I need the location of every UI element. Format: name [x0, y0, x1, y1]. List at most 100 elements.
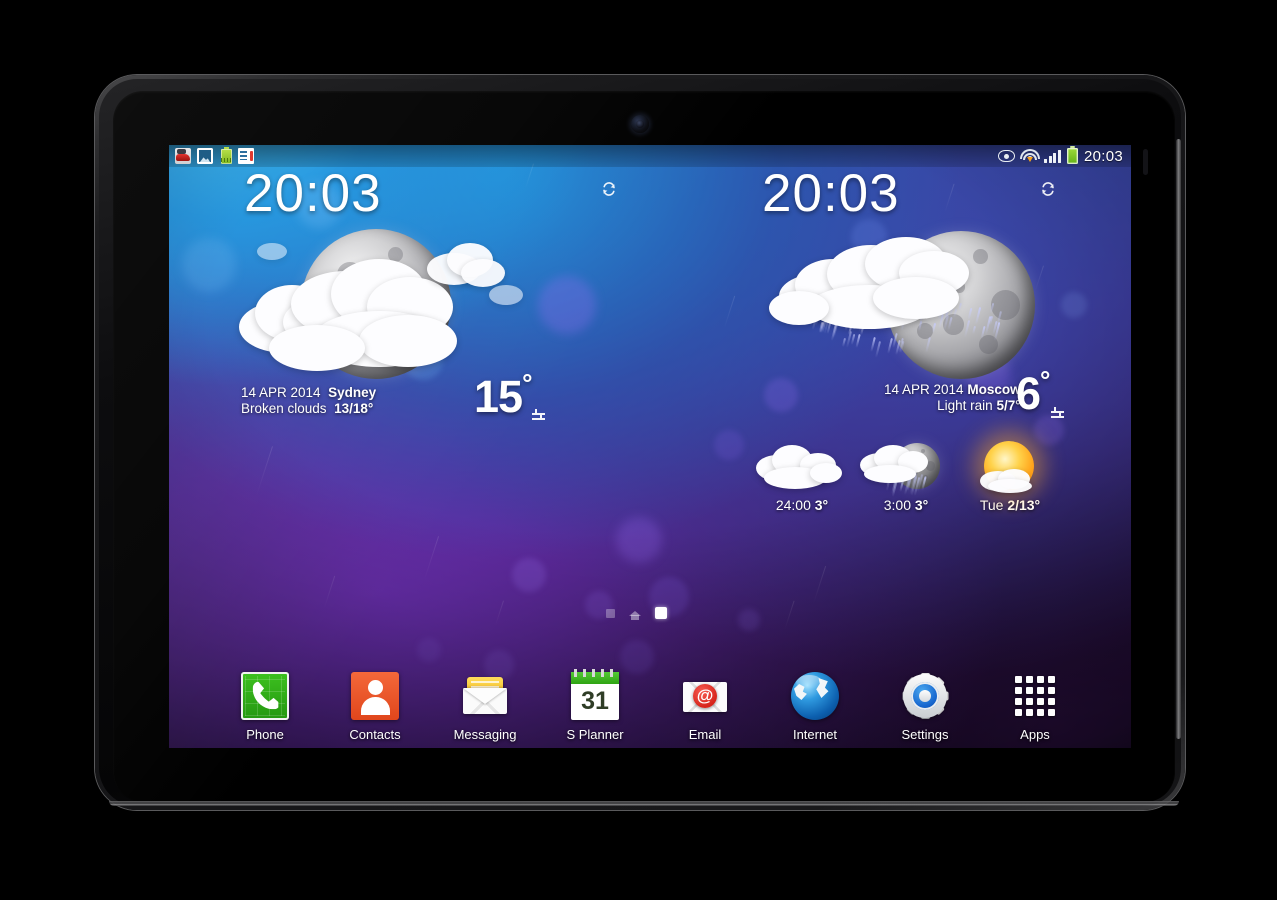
city-left: Sydney: [328, 385, 376, 400]
cloud-puff: [269, 325, 365, 371]
device-right-edge: [1176, 139, 1181, 739]
rain-drop: [851, 334, 856, 345]
widget-clock-right[interactable]: 20:03: [762, 167, 900, 220]
smart-stay-eye-icon: [998, 150, 1015, 162]
contacts-icon[interactable]: [351, 672, 399, 720]
dock-item-contacts[interactable]: Contacts: [339, 672, 411, 742]
refresh-icon[interactable]: [601, 181, 617, 197]
messaging-icon[interactable]: [461, 672, 509, 720]
at-symbol: @: [693, 684, 717, 708]
gallery-icon[interactable]: [197, 148, 213, 164]
city-right: Moscow: [967, 382, 1020, 397]
cloudy-icon: [750, 437, 854, 493]
refresh-icon[interactable]: [1040, 181, 1056, 197]
rain-drop: [870, 337, 876, 352]
weather-widget-sydney[interactable]: 20:03 14 APR 2014 Sydney Broken clouds 1…: [229, 167, 639, 422]
status-bar-clock: 20:03: [1084, 148, 1123, 165]
dock-label: Settings: [889, 727, 961, 742]
racing-game-icon[interactable]: [175, 148, 191, 164]
report-document-icon[interactable]: [238, 148, 254, 164]
condition-left: Broken clouds: [241, 401, 327, 416]
dock-item-messaging[interactable]: Messaging: [449, 672, 521, 742]
rain-moon-icon: [854, 437, 958, 493]
calendar-icon[interactable]: 31: [571, 672, 619, 720]
tablet-screen[interactable]: 20:03 20:03 14 APR 2014 Sydney Broken cl…: [169, 145, 1131, 748]
temperature-left: 15°: [474, 375, 532, 418]
forecast-time: 3:00: [884, 497, 911, 513]
cloud-puff: [988, 479, 1032, 493]
forecast-item[interactable]: 3:00 3°: [854, 437, 958, 513]
page-dot[interactable]: [606, 609, 615, 618]
signal-bars-icon: [1044, 149, 1061, 163]
home-page-icon[interactable]: [629, 608, 641, 619]
dock-label: Apps: [999, 727, 1071, 742]
battery-icon: [1067, 148, 1078, 164]
forecast-item[interactable]: Tue 2/13°: [958, 437, 1062, 513]
weather-meta-left: 14 APR 2014 Sydney Broken clouds 13/18°: [241, 385, 376, 417]
forecast-strip[interactable]: 24:00 3° 3:00 3° Tue 2/13°: [750, 437, 1062, 513]
apps-grid-icon[interactable]: [1011, 672, 1059, 720]
date-right: 14 APR 2014: [884, 382, 964, 397]
rain-drop: [842, 338, 846, 347]
temperature-right: 6°: [1016, 372, 1050, 415]
device-bottom-edge: [109, 801, 1179, 806]
forecast-temp: 2/13°: [1007, 497, 1040, 513]
battery-notification-icon[interactable]: [221, 149, 232, 164]
tablet-device: 20:03 20:03 14 APR 2014 Sydney Broken cl…: [95, 75, 1185, 810]
dock-item-phone[interactable]: Phone: [229, 672, 301, 742]
dock-item-settings[interactable]: Settings: [889, 672, 961, 742]
cloud-puff: [489, 285, 523, 305]
forecast-temp: 3°: [915, 497, 928, 513]
status-indicators[interactable]: 20:03: [998, 148, 1131, 165]
degree-symbol-left: °: [522, 368, 532, 398]
temp-value-right: 6: [1016, 368, 1040, 419]
moon-crater: [973, 249, 988, 264]
cloud-puff: [461, 259, 505, 287]
calendar-day: 31: [571, 683, 619, 719]
moon-crater: [991, 290, 1021, 320]
range-left: 13/18°: [334, 401, 373, 416]
globe-icon[interactable]: [791, 672, 839, 720]
widget-clock-left[interactable]: 20:03: [244, 167, 382, 220]
status-bar[interactable]: 20:03: [169, 145, 1131, 167]
dock-item-s-planner[interactable]: 31 S Planner: [559, 672, 631, 742]
temp-value-left: 15: [474, 371, 522, 422]
forecast-item[interactable]: 24:00 3°: [750, 437, 854, 513]
front-camera-icon: [631, 115, 649, 133]
cloud-puff: [769, 291, 829, 325]
celsius-fahrenheit-toggle-icon[interactable]: [532, 409, 545, 422]
dock-label: Email: [669, 727, 741, 742]
gear-icon[interactable]: [901, 672, 949, 720]
cloud-puff: [257, 243, 287, 260]
sun-cloud-icon: [958, 437, 1062, 493]
page-indicator[interactable]: [606, 607, 667, 619]
cloud-puff: [359, 315, 457, 367]
rain-drop: [856, 334, 861, 348]
dock-label: S Planner: [559, 727, 631, 742]
cloud-puff: [810, 463, 842, 483]
degree-symbol-right: °: [1040, 365, 1050, 395]
forecast-temp: 3°: [815, 497, 828, 513]
cloud-puff: [873, 277, 959, 319]
dock-label: Phone: [229, 727, 301, 742]
forecast-time: 24:00: [776, 497, 811, 513]
wifi-icon: [1021, 149, 1038, 163]
condition-right: Light rain: [937, 398, 993, 413]
dock-item-internet[interactable]: Internet: [779, 672, 851, 742]
dock-item-apps[interactable]: Apps: [999, 672, 1071, 742]
dock-item-email[interactable]: @ Email: [669, 672, 741, 742]
page-dot-active[interactable]: [655, 607, 667, 619]
email-icon[interactable]: @: [681, 672, 729, 720]
celsius-fahrenheit-toggle-icon[interactable]: [1051, 407, 1064, 420]
dock-label: Internet: [779, 727, 851, 742]
notification-icons[interactable]: [169, 148, 254, 164]
device-body: 20:03 20:03 14 APR 2014 Sydney Broken cl…: [99, 79, 1181, 806]
date-left: 14 APR 2014: [241, 385, 321, 400]
app-dock[interactable]: Phone Contacts Messaging 31 S Planner @ …: [169, 672, 1131, 742]
cloud-puff: [864, 465, 916, 483]
dock-label: Messaging: [449, 727, 521, 742]
phone-icon[interactable]: [241, 672, 289, 720]
rain-drop: [875, 341, 881, 358]
weather-widget-moscow[interactable]: 20:03 14 APR 2014 Moscow Light rain 5/7°: [744, 167, 1131, 537]
dock-label: Contacts: [339, 727, 411, 742]
